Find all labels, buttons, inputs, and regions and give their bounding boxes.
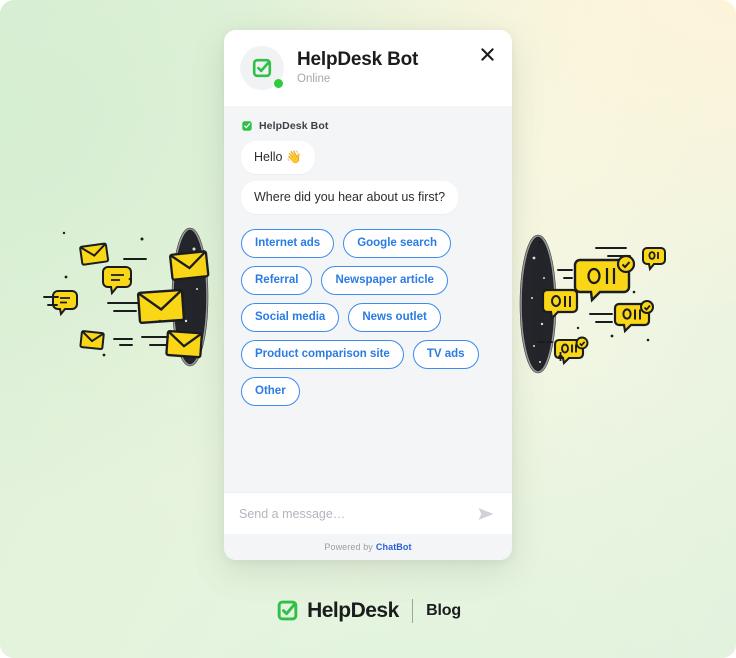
brand-bar: HelpDesk Blog bbox=[0, 598, 736, 623]
divider bbox=[411, 598, 414, 623]
message-bubble: Where did you hear about us first? bbox=[241, 181, 459, 214]
helpdesk-check-square-icon bbox=[242, 121, 252, 131]
quick-reply-referral[interactable]: Referral bbox=[241, 266, 313, 295]
quick-reply-newspaper-article[interactable]: Newspaper article bbox=[321, 266, 448, 295]
chatbot-brand-link[interactable]: ChatBot bbox=[376, 542, 412, 552]
helpdesk-logo[interactable]: HelpDesk bbox=[275, 598, 399, 623]
blog-link[interactable]: Blog bbox=[426, 602, 461, 620]
message-row: Where did you hear about us first? bbox=[241, 181, 495, 214]
quick-reply-product-comparison-site[interactable]: Product comparison site bbox=[241, 340, 404, 369]
avatar bbox=[240, 46, 284, 90]
chat-widget: HelpDesk Bot Online HelpDesk Bot Hello 👋… bbox=[224, 30, 512, 560]
online-status-dot bbox=[274, 79, 283, 88]
status-badge: Online bbox=[297, 73, 331, 85]
message-composer bbox=[224, 492, 512, 534]
message-bubble: Hello 👋 bbox=[241, 141, 315, 174]
quick-reply-internet-ads[interactable]: Internet ads bbox=[241, 229, 335, 258]
helpdesk-check-square-icon bbox=[277, 600, 298, 621]
message-input[interactable] bbox=[239, 506, 475, 521]
message-author-name: HelpDesk Bot bbox=[259, 120, 329, 132]
quick-reply-news-outlet[interactable]: News outlet bbox=[348, 303, 441, 332]
message-author: HelpDesk Bot bbox=[241, 120, 495, 132]
header-text-group: HelpDesk Bot Online bbox=[297, 49, 418, 87]
send-button[interactable] bbox=[475, 503, 497, 525]
send-paper-plane-icon bbox=[478, 507, 494, 520]
quick-reply-google-search[interactable]: Google search bbox=[343, 229, 452, 258]
widget-header: HelpDesk Bot Online bbox=[224, 30, 512, 106]
close-icon bbox=[480, 47, 494, 61]
quick-reply-tv-ads[interactable]: TV ads bbox=[412, 340, 479, 369]
close-button[interactable] bbox=[474, 41, 500, 67]
envelopes-portal-illustration bbox=[42, 225, 222, 370]
widget-footer: Powered by ChatBot bbox=[224, 534, 512, 560]
page-title: HelpDesk Bot bbox=[297, 49, 419, 70]
chat-bubbles-portal-illustration bbox=[516, 232, 681, 377]
powered-by-text: Powered by bbox=[324, 542, 373, 552]
brand-name: HelpDesk bbox=[307, 598, 399, 622]
quick-reply-list: Internet ads Google search Referral News… bbox=[241, 229, 483, 406]
page-canvas: HelpDesk Bot Online HelpDesk Bot Hello 👋… bbox=[0, 0, 736, 658]
message-row: Hello 👋 bbox=[241, 141, 495, 181]
helpdesk-check-square-icon bbox=[252, 58, 272, 78]
conversation-area: HelpDesk Bot Hello 👋 Where did you hear … bbox=[224, 106, 512, 492]
quick-reply-social-media[interactable]: Social media bbox=[241, 303, 340, 332]
message-list: Hello 👋 Where did you hear about us firs… bbox=[241, 141, 495, 214]
quick-reply-other[interactable]: Other bbox=[241, 377, 300, 406]
